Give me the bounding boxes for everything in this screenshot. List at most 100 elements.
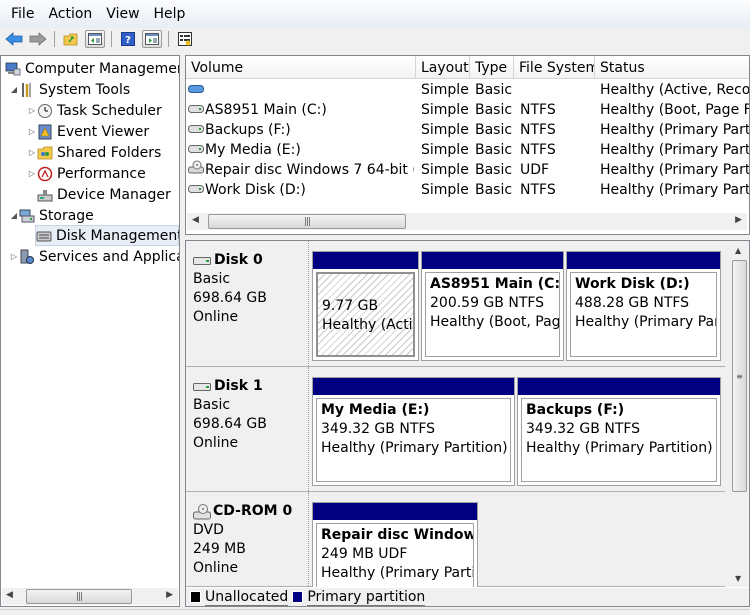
volume-row[interactable]: Repair disc Windows 7 64-bit (G:) Simple B… [186, 160, 749, 180]
partition-status: Healthy (Active [322, 317, 413, 333]
collapsed-arrow-icon[interactable]: ▷ [27, 148, 37, 157]
tree-horizontal-scrollbar[interactable]: ◀ ||| ▶ [2, 588, 178, 605]
forward-arrow-icon [29, 32, 47, 46]
scrollbar-thumb[interactable]: ||| [26, 589, 132, 604]
volume-row[interactable]: AS8951 Main (C:) Simple Basic NTFS Healthy (… [186, 100, 749, 120]
hard-disk-icon [193, 255, 214, 267]
cell-volume: AS8951 Main (C:) [188, 100, 414, 120]
disk-state: Online [193, 435, 239, 451]
collapsed-arrow-icon[interactable]: ▷ [9, 252, 19, 261]
partition-title: AS8951 Main (C:) [430, 276, 560, 292]
disk-row: Disk 1 Basic 698.64 GB Online My Media (E:) 3… [186, 367, 725, 492]
volume-row[interactable]: My Media (E:) Simple Basic NTFS Healthy (Pri… [186, 140, 749, 160]
cd-drive-icon [188, 160, 204, 180]
partition[interactable]: Backups (F:) 349.32 GB NTFS Healthy (Prima… [517, 377, 721, 486]
cell-type: Basic [475, 162, 513, 178]
scroll-right-arrow-icon[interactable]: ▶ [166, 590, 173, 600]
column-header-volume[interactable]: Volume [186, 56, 416, 79]
primary-partition-bar [567, 252, 720, 269]
volume-row[interactable]: Work Disk (D:) Simple Basic NTFS Healthy (Pr… [186, 180, 749, 200]
cell-volume: Backups (F:) [188, 120, 414, 140]
disk-icon [188, 140, 204, 160]
forward-button[interactable] [28, 30, 48, 48]
scroll-up-arrow-icon[interactable]: ▲ [735, 246, 741, 255]
cell-volume: Work Disk (D:) [188, 180, 414, 200]
disk-name-label: Disk 0 [214, 252, 263, 268]
toolbar-separator [54, 31, 55, 47]
system-reserved-disk-icon [188, 80, 204, 100]
partition-status: Healthy (Primary Partition) [526, 440, 713, 456]
column-header-type[interactable]: Type [470, 56, 514, 79]
partition-body: AS8951 Main (C:) 200.59 GB NTFS Healthy (B… [425, 272, 560, 357]
cell-fs: UDF [520, 162, 550, 178]
tree-item-shared-folders[interactable]: ▷ Shared Folders [27, 142, 161, 163]
cd-rom-icon [193, 503, 213, 520]
disk-info[interactable]: Disk 0 Basic 698.64 GB Online [186, 241, 309, 366]
up-one-level-button[interactable] [61, 30, 81, 48]
column-header-status[interactable]: Status [595, 56, 749, 79]
show-hide-console-tree-button[interactable] [85, 30, 105, 48]
tree-item-system-tools[interactable]: ◢ System Tools [9, 79, 130, 100]
column-header-file-system[interactable]: File System [514, 56, 595, 79]
scroll-left-arrow-icon[interactable]: ◀ [192, 215, 199, 225]
tree-item-storage[interactable]: ◢ Storage [9, 205, 94, 226]
scroll-down-arrow-icon[interactable]: ▼ [735, 574, 741, 583]
back-button[interactable] [4, 30, 24, 48]
tree-item-performance[interactable]: ▷ Performance [27, 163, 146, 184]
tree-item-disk-management[interactable]: Disk Management [35, 225, 179, 246]
console-tree: Computer Management ◢ System Tools ▷ Tas… [0, 55, 180, 607]
partition-status: Healthy (Primary Partit [575, 314, 716, 330]
tree-item-services-and-applications[interactable]: ▷ Services and Applicat [9, 246, 179, 267]
primary-partition-bar [422, 252, 563, 269]
help-button[interactable]: ? [118, 30, 138, 48]
menu-help[interactable]: Help [147, 6, 193, 22]
partition[interactable]: 9.77 GB Healthy (Active [312, 251, 419, 361]
partition-body: Backups (F:) 349.32 GB NTFS Healthy (Prima… [521, 398, 717, 482]
cell-status: Healthy (Primary Partiti [600, 122, 750, 138]
expanded-arrow-icon[interactable]: ◢ [9, 211, 19, 220]
tree-item-task-scheduler[interactable]: ▷ Task Scheduler [27, 100, 162, 121]
cell-status: Healthy (Active, Recove [600, 82, 750, 98]
scroll-left-arrow-icon[interactable]: ◀ [6, 590, 13, 600]
expanded-arrow-icon[interactable]: ◢ [9, 85, 19, 94]
storage-icon [19, 208, 35, 224]
tree-item-label: Task Scheduler [57, 102, 162, 119]
partition[interactable]: Repair disc Windows 7 249 MB UDF Healthy (… [312, 502, 478, 592]
partition[interactable]: My Media (E:) 349.32 GB NTFS Healthy (Prim… [312, 377, 515, 486]
tree-item-label: Storage [39, 207, 94, 224]
menu-view[interactable]: View [99, 6, 146, 22]
shared-folders-icon [37, 145, 53, 161]
cell-layout: Simple [421, 102, 469, 118]
collapsed-arrow-icon[interactable]: ▷ [27, 127, 37, 136]
cell-type: Basic [475, 122, 513, 138]
tree-item-event-viewer[interactable]: ▷ Event Viewer [27, 121, 149, 142]
collapsed-arrow-icon[interactable]: ▷ [27, 169, 37, 178]
volume-row[interactable]: Simple Basic Healthy (Active, Recove [186, 80, 750, 100]
disk-view-vertical-scrollbar[interactable]: ▲ ≡ ▼ [731, 242, 748, 587]
column-header-layout[interactable]: Layout [416, 56, 470, 79]
primary-partition-bar [313, 252, 418, 269]
show-hide-action-pane-button[interactable] [142, 30, 162, 48]
menu-file[interactable]: File [4, 6, 41, 22]
disk-icon [188, 100, 204, 120]
partition-title: Repair disc Windows 7 [321, 527, 473, 543]
scrollbar-thumb[interactable]: ≡ [732, 260, 747, 492]
disk-info[interactable]: CD-ROM 0 DVD 249 MB Online [186, 492, 309, 586]
volume-list-horizontal-scrollbar[interactable]: ◀ ||| ▶ [187, 213, 747, 230]
scroll-right-arrow-icon[interactable]: ▶ [735, 215, 742, 225]
legend-label-unallocated: Unallocated [205, 588, 289, 606]
scrollbar-thumb[interactable]: ||| [208, 214, 406, 229]
system-tools-icon [19, 82, 35, 98]
partition[interactable]: Work Disk (D:) 488.28 GB NTFS Healthy (Pri… [566, 251, 721, 361]
menu-action[interactable]: Action [41, 6, 99, 22]
tree-item-computer-management[interactable]: Computer Management [5, 58, 179, 79]
tree-item-device-manager[interactable]: Device Manager [37, 184, 171, 205]
volume-row[interactable]: Backups (F:) Simple Basic NTFS Healthy (Prim… [186, 120, 750, 140]
partition[interactable]: AS8951 Main (C:) 200.59 GB NTFS Healthy (B… [421, 251, 564, 361]
disk-info[interactable]: Disk 1 Basic 698.64 GB Online [186, 367, 309, 491]
collapsed-arrow-icon[interactable]: ▷ [27, 106, 37, 115]
disk-state: Online [193, 309, 239, 325]
device-manager-icon [37, 187, 53, 203]
cell-fs [520, 80, 594, 100]
properties-button[interactable] [175, 30, 195, 48]
